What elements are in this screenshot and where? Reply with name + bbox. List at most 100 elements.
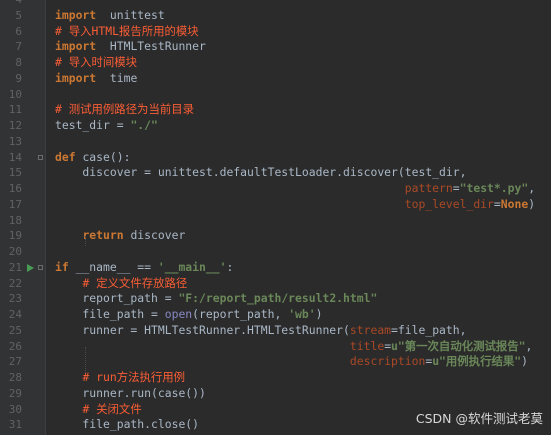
code-token: unittest xyxy=(96,7,165,22)
code-token: test_dir = xyxy=(55,118,131,132)
code-token: __name__ == xyxy=(68,259,158,274)
code-text: import unittest xyxy=(55,8,165,24)
code-line[interactable]: 18 xyxy=(0,213,551,229)
line-number: 10 xyxy=(8,87,22,101)
line-number: 28 xyxy=(8,371,22,384)
line-number: 8 xyxy=(15,56,22,69)
line-number: 4 xyxy=(0,0,22,8)
line-number: 21 xyxy=(8,260,22,274)
code-token: open xyxy=(164,307,193,321)
line-number: 17 xyxy=(8,197,22,211)
line-number: 5 xyxy=(15,8,22,22)
line-number: 24 xyxy=(8,308,22,321)
code-line[interactable]: 20 xyxy=(0,244,551,260)
fold-marker-icon[interactable] xyxy=(38,154,43,160)
code-token: file_path = xyxy=(55,307,165,321)
code-token: if xyxy=(55,259,69,274)
code-text: file_path.close() xyxy=(55,417,199,433)
code-line[interactable]: 13 xyxy=(0,134,551,150)
line-number: 14 xyxy=(8,150,22,164)
line-number: 20 xyxy=(8,245,22,258)
indent-guide xyxy=(85,236,86,246)
code-token: report_path = xyxy=(55,291,179,306)
code-line[interactable]: 22 # 定义文件存放路径 xyxy=(0,276,551,292)
code-line[interactable]: 26 title=u"第一次自动化测试报告", xyxy=(0,339,551,355)
code-text: # 导入时间模块 xyxy=(55,55,137,71)
code-text: description=u"用例执行结果") xyxy=(55,354,528,370)
code-text: def case(): xyxy=(55,150,130,166)
code-line[interactable]: 12 test_dir = "./" xyxy=(0,118,551,134)
code-line[interactable]: 28 # run方法执行用例 xyxy=(0,370,551,386)
code-text: top_level_dir=None) xyxy=(55,197,535,213)
code-token: import xyxy=(55,39,97,54)
code-line[interactable]: 24 file_path = open(report_path, 'wb') xyxy=(0,307,551,323)
code-token: top_level_dir xyxy=(404,196,494,211)
code-line[interactable]: 5 import unittest xyxy=(0,8,551,24)
code-line[interactable]: 15 discover = unittest.defaultTestLoader… xyxy=(0,165,551,181)
code-line[interactable]: 10 xyxy=(0,87,551,103)
code-token: discover = unittest.defaultTestLoader.di… xyxy=(55,165,467,180)
code-line[interactable]: 14 def case(): xyxy=(0,150,551,166)
code-token: (report_path, xyxy=(192,307,289,321)
code-text: pattern="test*.py", xyxy=(55,181,535,197)
code-text: import time xyxy=(55,71,137,87)
code-token: : xyxy=(226,259,234,274)
code-token: ) xyxy=(521,354,528,369)
code-line[interactable]: 27 description=u"用例执行结果") xyxy=(0,354,551,370)
code-token: description xyxy=(349,354,426,369)
code-token: = xyxy=(493,196,501,211)
code-text: title=u"第一次自动化测试报告", xyxy=(55,338,533,355)
code-line[interactable]: 16 pattern="test*.py", xyxy=(0,181,551,197)
code-text: # 定义文件存放路径 xyxy=(55,276,187,292)
line-number: 25 xyxy=(8,323,22,337)
line-number: 26 xyxy=(8,339,22,353)
code-token: # run方法执行用例 xyxy=(82,370,186,384)
code-token: ) xyxy=(315,307,323,321)
code-token: return xyxy=(82,228,124,243)
code-text: if __name__ == '__main__': xyxy=(55,260,233,276)
code-line[interactable]: 21 if __name__ == '__main__': xyxy=(0,260,551,276)
code-line[interactable]: 23 report_path = "F:/report_path/result2… xyxy=(0,291,551,307)
code-token: # 定义文件存放路径 xyxy=(82,275,188,290)
line-number: 16 xyxy=(8,182,22,195)
fold-marker-icon[interactable] xyxy=(38,264,43,270)
line-number: 22 xyxy=(8,276,22,290)
code-token: u"第一次自动化测试报告" xyxy=(391,338,526,353)
code-token: "./" xyxy=(130,118,158,132)
run-gutter-icon[interactable] xyxy=(27,263,34,272)
code-token: 'wb' xyxy=(288,307,316,321)
code-text: # 测试用例路径为当前目录 xyxy=(55,102,194,118)
code-line[interactable]: 11 # 测试用例路径为当前目录 xyxy=(0,102,551,118)
code-line[interactable]: 7 import HTMLTestRunner xyxy=(0,39,551,55)
code-line[interactable]: 29 runner.run(case()) xyxy=(0,386,551,402)
code-line[interactable]: 6 # 导入HTML报告所用的模块 xyxy=(0,24,551,40)
code-token: None xyxy=(500,196,529,211)
code-line[interactable]: 19 return discover xyxy=(0,228,551,244)
code-token: import xyxy=(55,7,97,22)
code-text: import HTMLTestRunner xyxy=(55,39,206,55)
code-line[interactable]: 8 # 导入时间模块 xyxy=(0,55,551,71)
line-number: 11 xyxy=(8,103,22,117)
code-line[interactable]: 4 xyxy=(0,0,551,8)
code-token: # 关闭文件 xyxy=(82,401,142,416)
code-editor[interactable]: 45 import unittest 6 # 导入HTML报告所用的模块 7 import… xyxy=(0,0,551,435)
code-token: u"用例执行结果" xyxy=(432,354,522,369)
code-token: '__main__' xyxy=(157,259,227,274)
code-token: , xyxy=(528,181,536,195)
code-token: time xyxy=(96,70,138,85)
code-text: runner.run(case()) xyxy=(55,386,205,402)
code-line[interactable]: 25 runner = HTMLTestRunner.HTMLTestRunne… xyxy=(0,323,551,339)
code-token: # 导入时间模块 xyxy=(55,55,138,69)
code-line[interactable]: 17 top_level_dir=None) xyxy=(0,197,551,213)
code-token: =file_path, xyxy=(391,322,467,337)
code-token: file_path.close() xyxy=(55,417,200,432)
code-token: pattern xyxy=(404,181,453,195)
code-line[interactable]: 9 import time xyxy=(0,71,551,87)
code-token: ) xyxy=(528,196,536,211)
code-token: discover xyxy=(123,228,186,243)
